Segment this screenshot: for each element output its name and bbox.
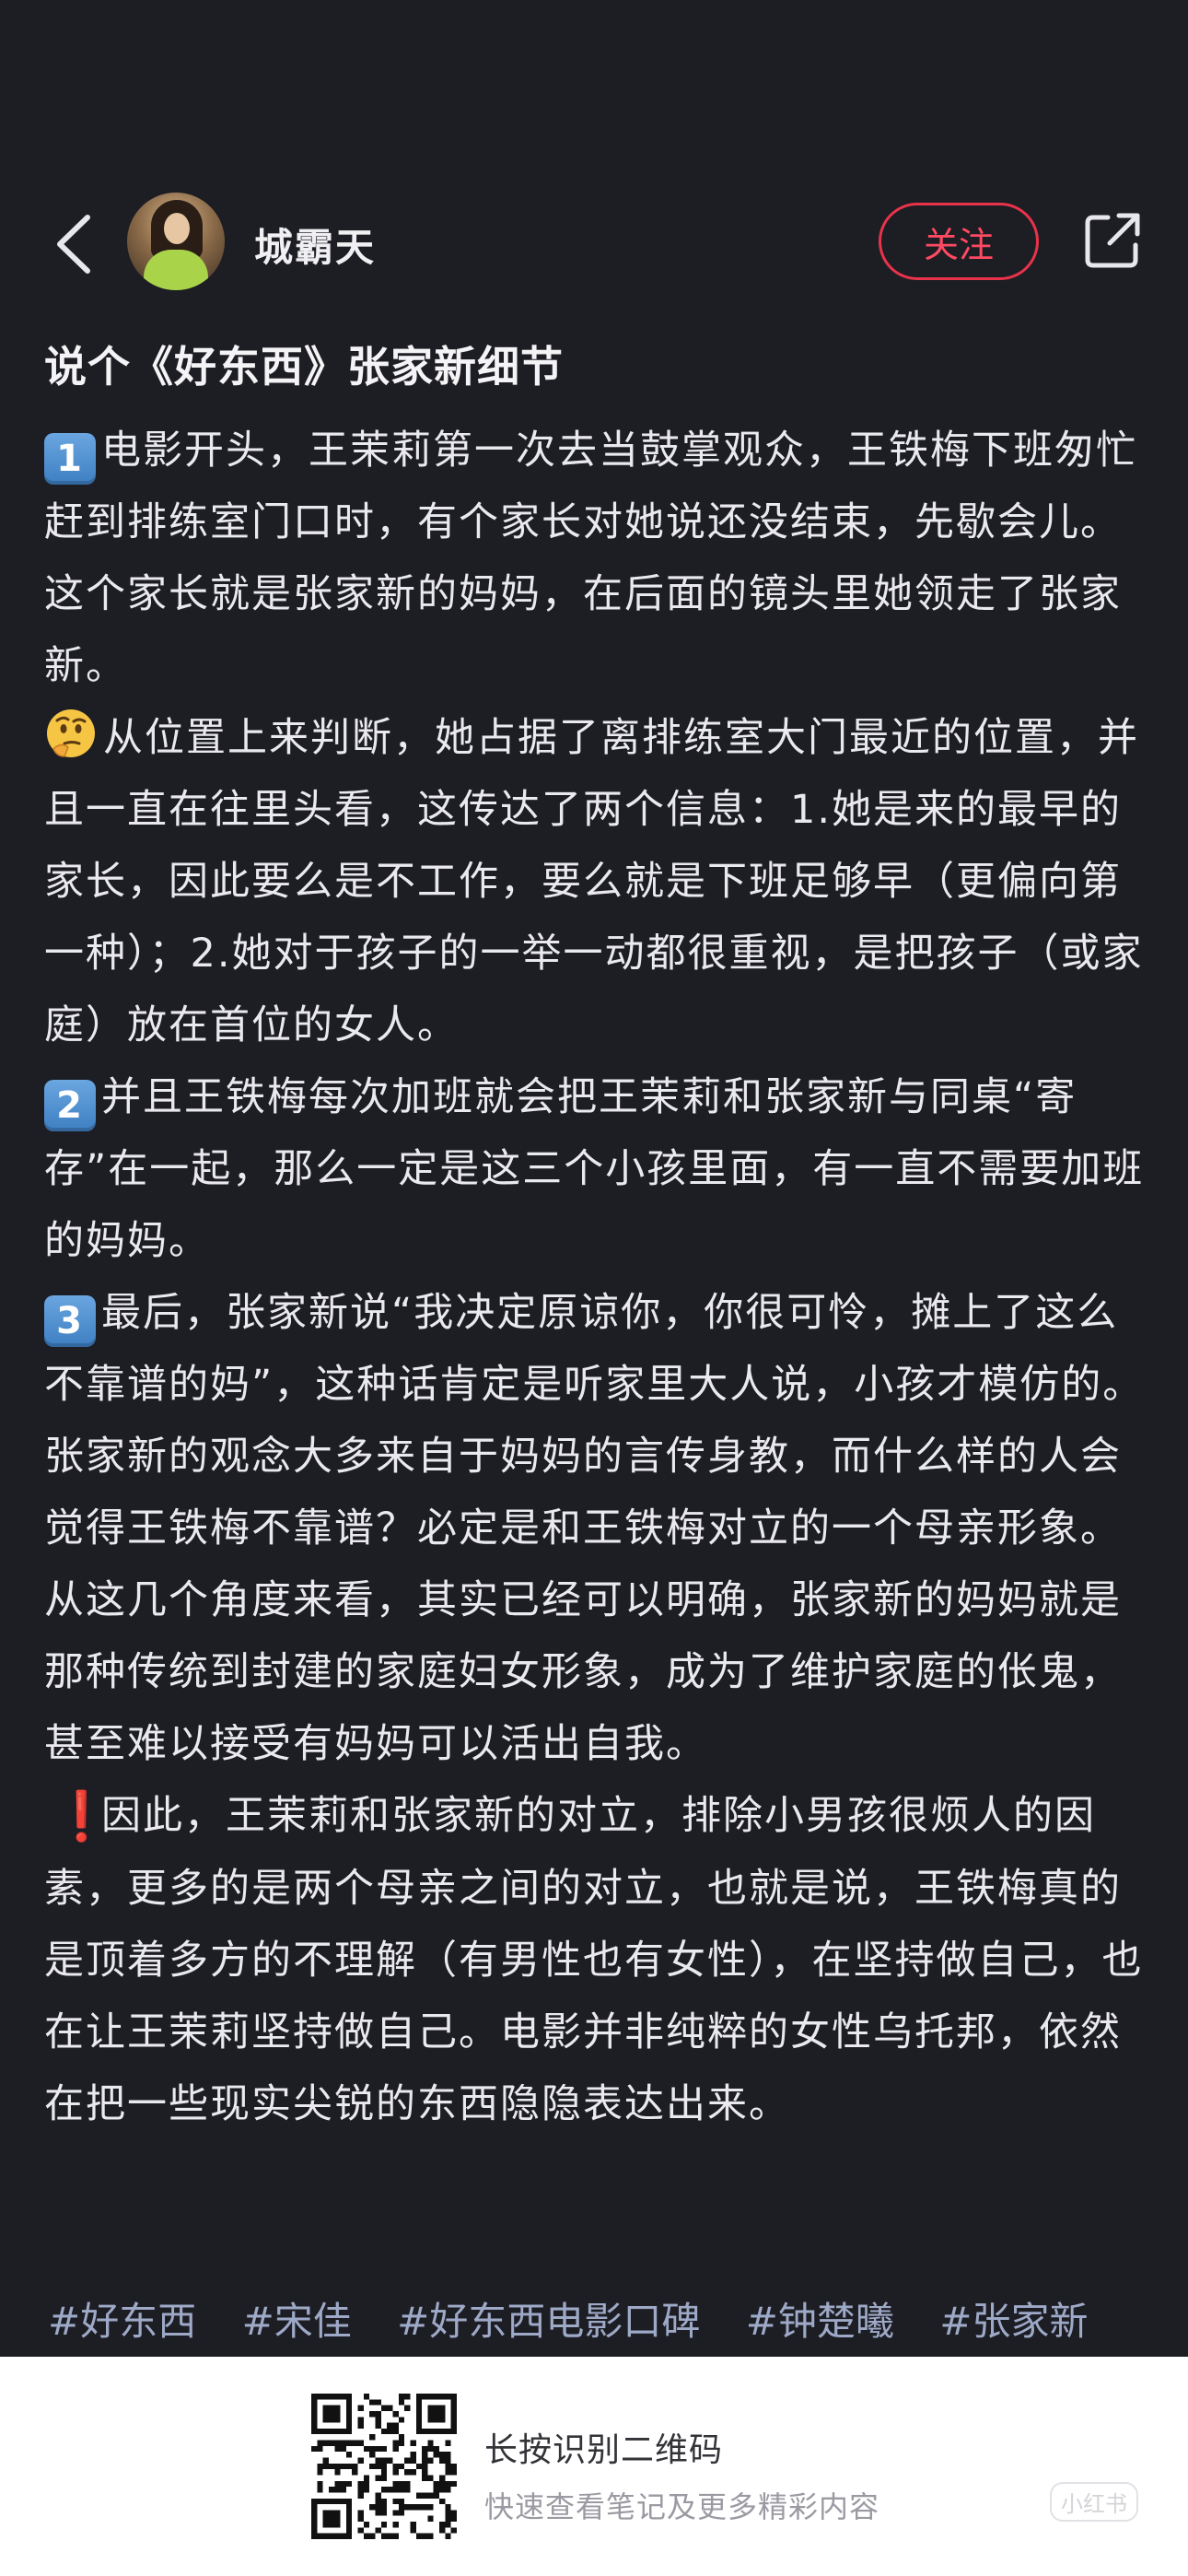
note-body: 1 电影开头，王茉莉第一次去当鼓掌观众，王铁梅下班匆忙赶到排练室门口时，有个家长对… [44, 415, 1149, 2140]
qr-footer: 长按识别二维码 快速查看笔记及更多精彩内容 小红书 [0, 2357, 1188, 2576]
share-icon [1085, 213, 1140, 268]
tag-link[interactable]: #好东西电影口碑 [397, 2299, 700, 2338]
paragraph-2: 从位置上来判断，她占据了离排练室大门最近的位置，并且一直在往里头看，这传达了两个… [44, 702, 1149, 1061]
qr-subtitle: 快速查看笔记及更多精彩内容 [484, 2489, 880, 2524]
paragraph-text: 因此，王茉莉和张家新的对立，排除小男孩很烦人的因素，更多的是两个母亲之间的对立，… [44, 1793, 1144, 2127]
brand-watermark: 小红书 [1050, 2482, 1138, 2522]
qr-code-icon[interactable] [311, 2394, 457, 2539]
paragraph-4: 3 最后，张家新说“我决定原谅你，你很可怜，摊上了这么不靠谱的妈”，这种话肯定是听… [44, 1277, 1149, 1780]
chevron-left-icon [57, 215, 90, 274]
paragraph-text: 并且王铁梅每次加班就会把王茉莉和张家新与同桌“寄存”在一起，那么一定是这三个小孩… [44, 1074, 1145, 1264]
tag-link[interactable]: #宋佳 [242, 2299, 352, 2338]
share-button[interactable] [1076, 204, 1149, 277]
tag-link[interactable]: #张家新 [939, 2299, 1088, 2338]
keycap-one-icon: 1 [44, 433, 96, 485]
paragraph-5: ❗因此，王茉莉和张家新的对立，排除小男孩很烦人的因素，更多的是两个母亲之间的对立… [44, 1780, 1149, 2140]
paragraph-3: 2 并且王铁梅每次加班就会把王茉莉和张家新与同桌“寄存”在一起，那么一定是这三个小… [44, 1061, 1149, 1277]
tag-link[interactable]: #好东西 [48, 2299, 196, 2338]
follow-button[interactable]: 关注 [879, 203, 1039, 280]
paragraph-text: 从位置上来判断，她占据了离排练室大门最近的位置，并且一直在往里头看，这传达了两个… [44, 715, 1144, 1048]
keycap-three-icon: 3 [44, 1295, 96, 1347]
tag-link[interactable]: #钟楚曦 [746, 2299, 894, 2338]
note-header: 城霸天 关注 [0, 180, 1188, 309]
paragraph-1: 1 电影开头，王茉莉第一次去当鼓掌观众，王铁梅下班匆忙赶到排练室门口时，有个家长对… [44, 415, 1149, 702]
exclamation-icon: ❗ [52, 1789, 113, 1844]
paragraph-text: 最后，张家新说“我决定原谅你，你很可怜，摊上了这么不靠谱的妈”，这种话肯定是听家… [44, 1290, 1145, 1767]
back-button[interactable] [37, 207, 111, 281]
note-title: 说个《好东西》张家新细节 [44, 342, 564, 392]
qr-title: 长按识别二维码 [484, 2431, 724, 2469]
thinking-face-icon [47, 709, 95, 757]
paragraph-text: 电影开头，王茉莉第一次去当鼓掌观众，王铁梅下班匆忙赶到排练室门口时，有个家长对她… [44, 427, 1137, 689]
author-name[interactable]: 城霸天 [254, 217, 376, 273]
tag-list: #好东西 #宋佳 #好东西电影口碑 #钟楚曦 #张家新 [48, 2294, 1171, 2338]
keycap-two-icon: 2 [44, 1080, 96, 1131]
avatar[interactable] [127, 193, 225, 290]
